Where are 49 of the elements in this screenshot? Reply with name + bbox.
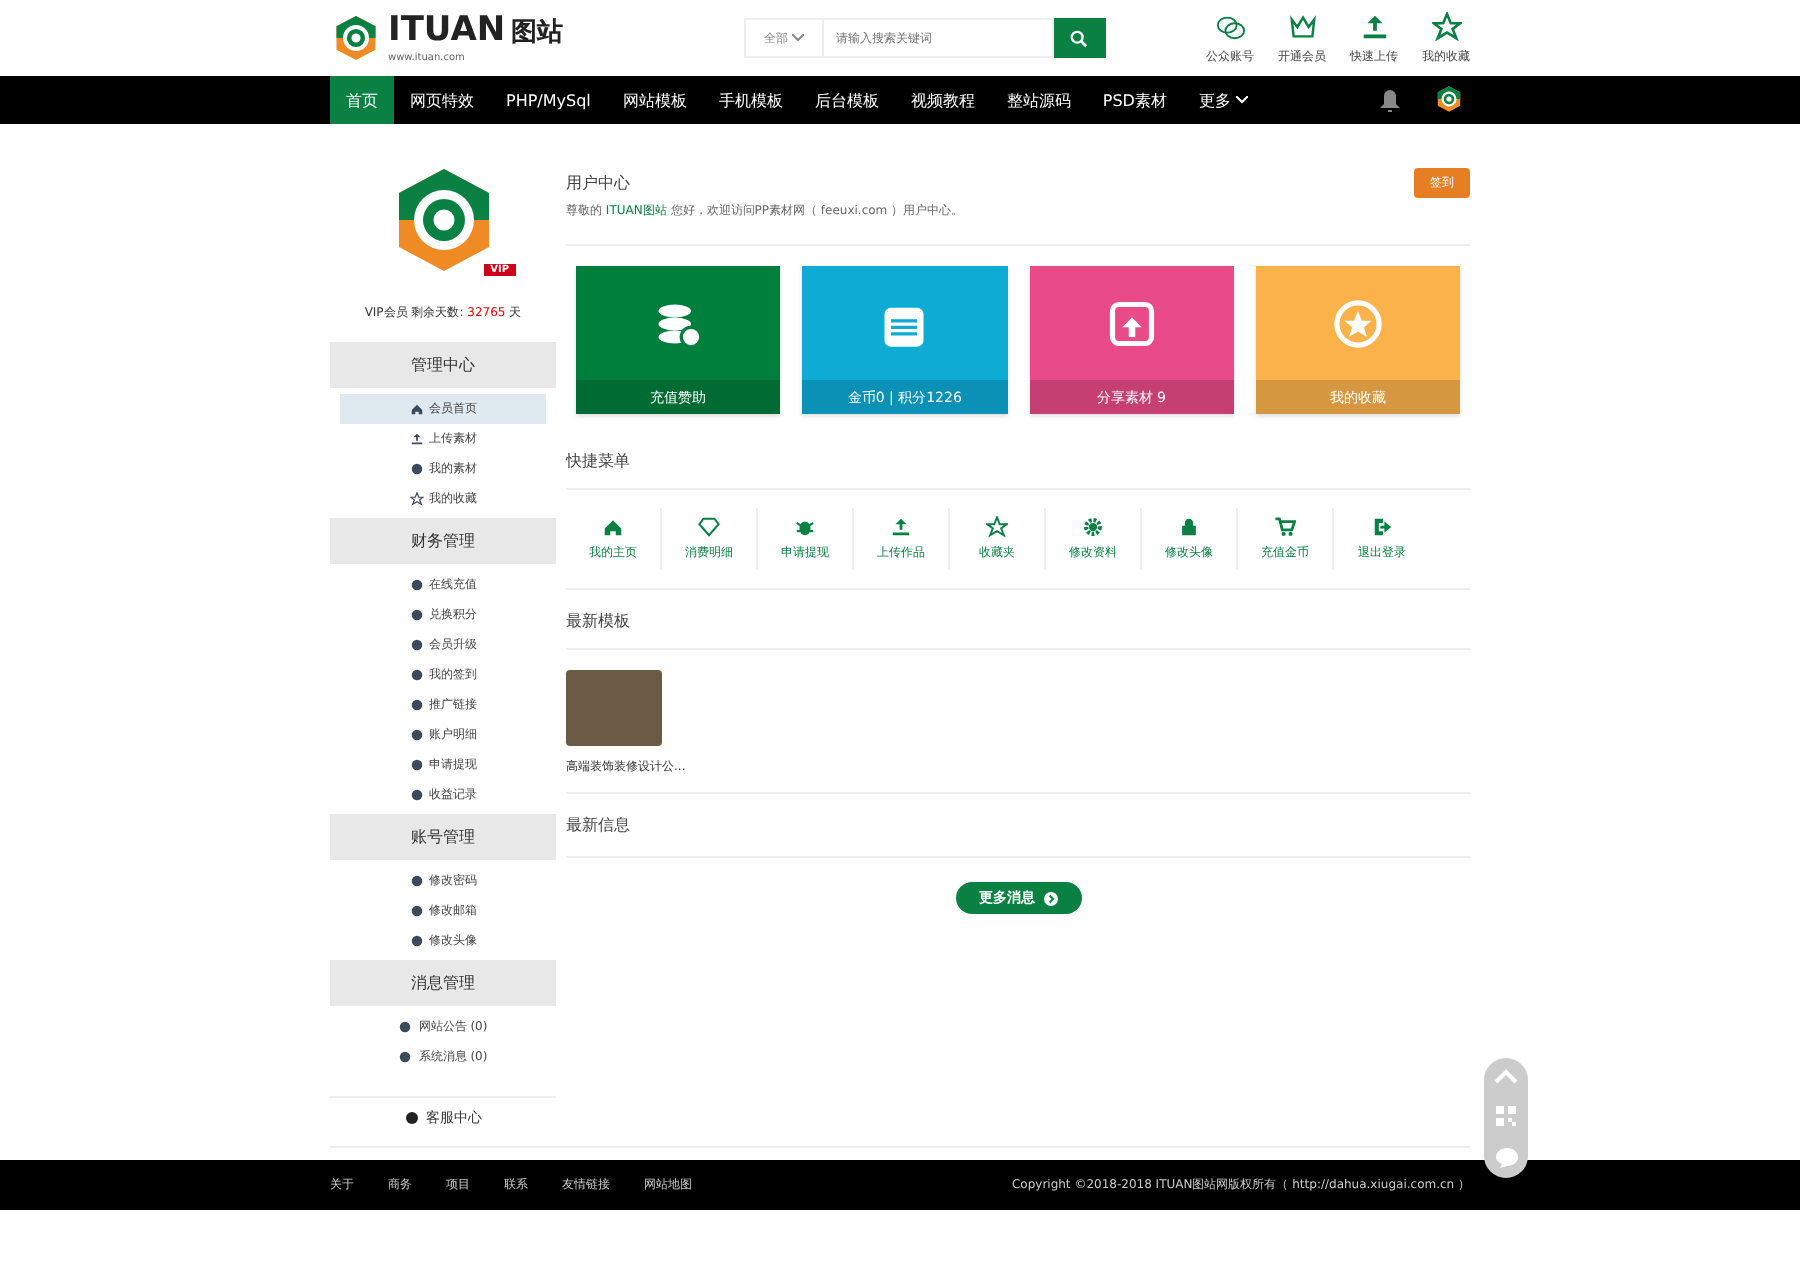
section-title: 快捷菜单 <box>566 450 1470 490</box>
diamond-icon <box>698 516 720 538</box>
search-button[interactable] <box>1053 18 1106 58</box>
section-title: 最新信息 <box>566 814 1470 858</box>
caret-icon <box>1236 96 1249 104</box>
nav-tab[interactable]: 手机模板 <box>702 76 799 124</box>
bell-icon[interactable] <box>1380 89 1400 111</box>
cart-icon <box>1274 516 1296 538</box>
nav-tab[interactable]: 更多 <box>1182 76 1265 124</box>
gear-icon <box>1082 516 1104 538</box>
chat-icon <box>1215 11 1245 41</box>
exit-icon <box>1371 516 1393 538</box>
star-icon <box>409 492 423 506</box>
upload-icon <box>409 432 423 446</box>
logo-text: 图站 <box>511 16 564 52</box>
nav-tab[interactable]: 首页 <box>330 76 394 124</box>
lock-icon <box>1178 516 1200 538</box>
section-header: 消息管理 <box>330 960 556 1006</box>
section-header: 账号管理 <box>330 814 556 860</box>
star-circle-icon <box>1331 297 1384 349</box>
section-header: 管理中心 <box>330 342 556 388</box>
chat-bubble-icon[interactable] <box>1495 1147 1517 1168</box>
nav-tab[interactable]: 整站源码 <box>990 76 1087 124</box>
search-icon <box>1070 29 1089 47</box>
caret-icon <box>791 34 804 42</box>
template-thumbnail[interactable] <box>566 670 662 746</box>
crown-icon <box>1287 11 1317 41</box>
chevron-up-icon[interactable] <box>1494 1068 1518 1085</box>
qr-code-icon[interactable] <box>1496 1105 1516 1126</box>
star-icon <box>1431 11 1461 41</box>
nav-tab[interactable]: 视频教程 <box>894 76 991 124</box>
arrow-circle-icon <box>1043 891 1057 905</box>
nav-tab[interactable]: 网站模板 <box>606 76 703 124</box>
home-icon <box>409 402 423 416</box>
star-icon <box>986 516 1008 538</box>
nav-tab[interactable]: PSD素材 <box>1086 76 1183 124</box>
nav-tab[interactable]: 网页特效 <box>394 76 490 124</box>
page-title: 用户中心 <box>566 172 630 194</box>
bug-icon <box>794 516 816 538</box>
upload-icon <box>890 516 912 538</box>
home-icon <box>602 516 624 538</box>
share-icon <box>1105 297 1158 349</box>
section-header: 财务管理 <box>330 518 556 564</box>
upload-icon <box>1359 11 1389 41</box>
logo-icon <box>1434 83 1464 113</box>
nav-tab[interactable]: 后台模板 <box>798 76 895 124</box>
section-title: 最新模板 <box>566 610 1470 650</box>
logo-text: ITUAN <box>388 12 506 48</box>
nav-tab[interactable]: PHP/MySql <box>490 76 607 124</box>
